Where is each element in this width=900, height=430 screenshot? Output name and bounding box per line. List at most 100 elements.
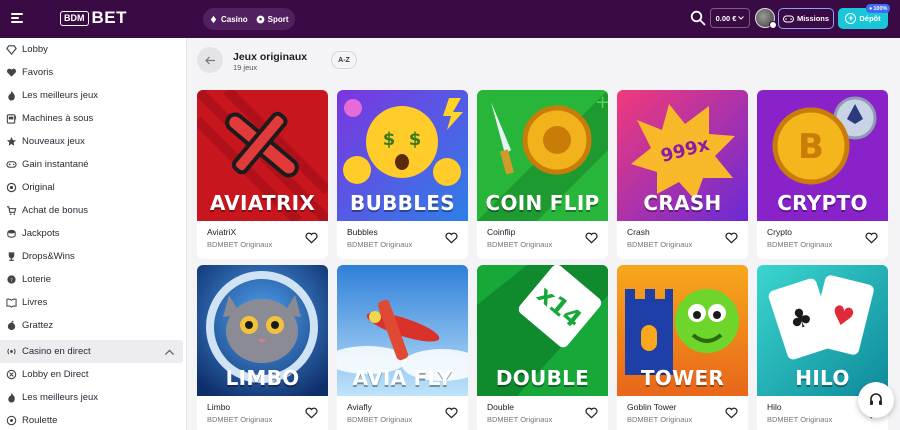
menu-icon[interactable]	[11, 13, 23, 23]
sidebar-item-live-lobby[interactable]: Lobby en Direct	[0, 363, 187, 386]
thumbnail-title: DOUBLE	[495, 366, 590, 390]
heart-icon[interactable]	[445, 407, 458, 419]
game-thumbnail[interactable]: TOWER	[617, 265, 748, 396]
game-card-crash[interactable]: 999x CRASH Crash BDMBET Originaux	[617, 90, 748, 259]
game-count: 19 jeux	[233, 63, 258, 72]
svg-text:$: $	[383, 129, 396, 150]
missions-button[interactable]: Missions	[778, 8, 834, 29]
game-thumbnail[interactable]: B CRYPTO	[757, 90, 888, 221]
sort-az-button[interactable]: A-Z	[331, 51, 357, 69]
heart-icon[interactable]	[445, 232, 458, 244]
game-card-limbo[interactable]: LIMBO Limbo BDMBET Originaux	[197, 265, 328, 430]
back-button[interactable]	[197, 47, 223, 73]
heart-icon[interactable]	[585, 232, 598, 244]
top-bar: BDM BET Casino Sport 0.00 € Missions + D…	[0, 0, 900, 38]
sport-tab-label: Sport	[267, 14, 289, 24]
game-provider: BDMBET Originaux	[487, 240, 553, 249]
sidebar-item-drops-wins[interactable]: Drops&Wins	[0, 245, 187, 268]
thumbnail-title: AVIA FLY	[352, 366, 453, 390]
game-provider: BDMBET Originaux	[627, 415, 693, 424]
heart-icon[interactable]	[305, 232, 318, 244]
game-thumbnail[interactable]: ♣ ♥ HILO	[757, 265, 888, 396]
soccer-ball-icon	[256, 15, 265, 23]
heart-icon[interactable]	[585, 407, 598, 419]
gamepad-icon	[6, 161, 17, 168]
support-chat-button[interactable]	[858, 382, 894, 418]
live-icon	[7, 348, 16, 355]
gamepad-icon	[782, 15, 794, 22]
heart-icon[interactable]	[725, 232, 738, 244]
chevron-down-icon	[738, 16, 745, 20]
game-card-coinflip[interactable]: + COIN FLIP Coinflip BDMBET Originaux	[477, 90, 608, 259]
sidebar-item-books[interactable]: Livres	[0, 291, 187, 314]
sidebar-item-favoris[interactable]: Favoris	[0, 61, 187, 84]
casino-tab[interactable]: Casino	[209, 15, 248, 24]
game-name: Goblin Tower	[627, 402, 677, 412]
game-thumbnail[interactable]: AVIATRIX	[197, 90, 328, 221]
logo[interactable]: BDM BET	[60, 9, 127, 27]
sidebar-item-roulette[interactable]: Roulette	[0, 409, 187, 430]
game-provider: BDMBET Originaux	[207, 240, 273, 249]
heart-icon[interactable]	[305, 407, 318, 419]
lottery-icon: 7	[7, 275, 16, 284]
sidebar-item-label: Achat de bonus	[22, 205, 89, 216]
search-icon[interactable]	[690, 10, 706, 26]
game-card-aviatrix[interactable]: AVIATRIX AviatriX BDMBET Originaux	[197, 90, 328, 259]
game-card-aviafly[interactable]: AVIA FLY Aviafly BDMBET Originaux	[337, 265, 468, 430]
balance-dropdown[interactable]: 0.00 €	[710, 8, 750, 28]
sidebar-item-lottery[interactable]: 7 Loterie	[0, 268, 187, 291]
sidebar-item-label: Lobby en Direct	[22, 369, 89, 380]
badge-icon	[6, 182, 17, 193]
sidebar-item-instant-win[interactable]: Gain instantané	[0, 153, 187, 176]
avatar[interactable]	[755, 8, 777, 29]
game-card-crypto[interactable]: B CRYPTO Crypto BDMBET Originaux	[757, 90, 888, 259]
thumbnail-title: CRYPTO	[777, 191, 868, 215]
plus-icon: +	[845, 13, 857, 24]
missions-label: Missions	[796, 14, 830, 23]
sidebar-section-live-casino[interactable]: Casino en direct	[0, 340, 183, 363]
coins-icon	[7, 229, 16, 238]
sidebar-item-original[interactable]: Original	[0, 176, 187, 199]
sidebar-item-label: Grattez	[22, 320, 54, 331]
sidebar-item-slots[interactable]: Machines à sous	[0, 107, 187, 130]
thumbnail-title: COIN FLIP	[485, 191, 600, 215]
heart-icon[interactable]	[865, 232, 878, 244]
sidebar: Lobby Favoris Les meilleurs jeux Machine…	[0, 38, 187, 430]
game-provider: BDMBET Originaux	[767, 240, 833, 249]
sidebar-item-bonus-buy[interactable]: Achat de bonus	[0, 199, 187, 222]
sidebar-item-lobby[interactable]: Lobby	[0, 38, 187, 61]
svg-text:$: $	[409, 129, 422, 150]
chip-icon	[6, 369, 17, 380]
game-card-bubbles[interactable]: $ $ BUBBLES Bubbles BDMBET Originaux	[337, 90, 468, 259]
game-thumbnail[interactable]: + COIN FLIP	[477, 90, 608, 221]
deposit-bonus-badge: ● 100%	[866, 4, 891, 13]
game-name: Limbo	[207, 402, 231, 412]
fire-icon	[8, 392, 15, 403]
sidebar-item-scratch[interactable]: Grattez	[0, 314, 187, 337]
game-provider: BDMBET Originaux	[487, 415, 553, 424]
game-thumbnail[interactable]: AVIA FLY	[337, 265, 468, 396]
game-provider: BDMBET Originaux	[627, 240, 693, 249]
game-thumbnail[interactable]: LIMBO	[197, 265, 328, 396]
game-card-double[interactable]: x14 DOUBLE Double BDMBET Originaux	[477, 265, 608, 430]
game-thumbnail[interactable]: x14 DOUBLE	[477, 265, 608, 396]
sidebar-item-label: Original	[22, 182, 55, 193]
heart-icon[interactable]	[725, 407, 738, 419]
page-title: Jeux originaux	[233, 51, 308, 63]
deposit-label: Dépôt	[859, 14, 881, 23]
game-thumbnail[interactable]: 999x CRASH	[617, 90, 748, 221]
sidebar-item-new-games[interactable]: Nouveaux jeux	[0, 130, 187, 153]
sidebar-item-live-best-games[interactable]: Les meilleurs jeux	[0, 386, 187, 409]
game-thumbnail[interactable]: $ $ BUBBLES	[337, 90, 468, 221]
chevron-up-icon[interactable]	[164, 347, 175, 358]
fire-icon	[8, 90, 15, 101]
sport-tab[interactable]: Sport	[256, 15, 289, 24]
roulette-icon	[6, 415, 17, 426]
svg-text:+: +	[595, 92, 608, 113]
sidebar-item-best-games[interactable]: Les meilleurs jeux	[0, 84, 187, 107]
casino-tab-label: Casino	[221, 14, 248, 24]
book-icon	[6, 298, 17, 308]
sidebar-item-jackpots[interactable]: Jackpots	[0, 222, 187, 245]
logo-text: BET	[91, 8, 127, 27]
game-card-goblin-tower[interactable]: TOWER Goblin Tower BDMBET Originaux	[617, 265, 748, 430]
